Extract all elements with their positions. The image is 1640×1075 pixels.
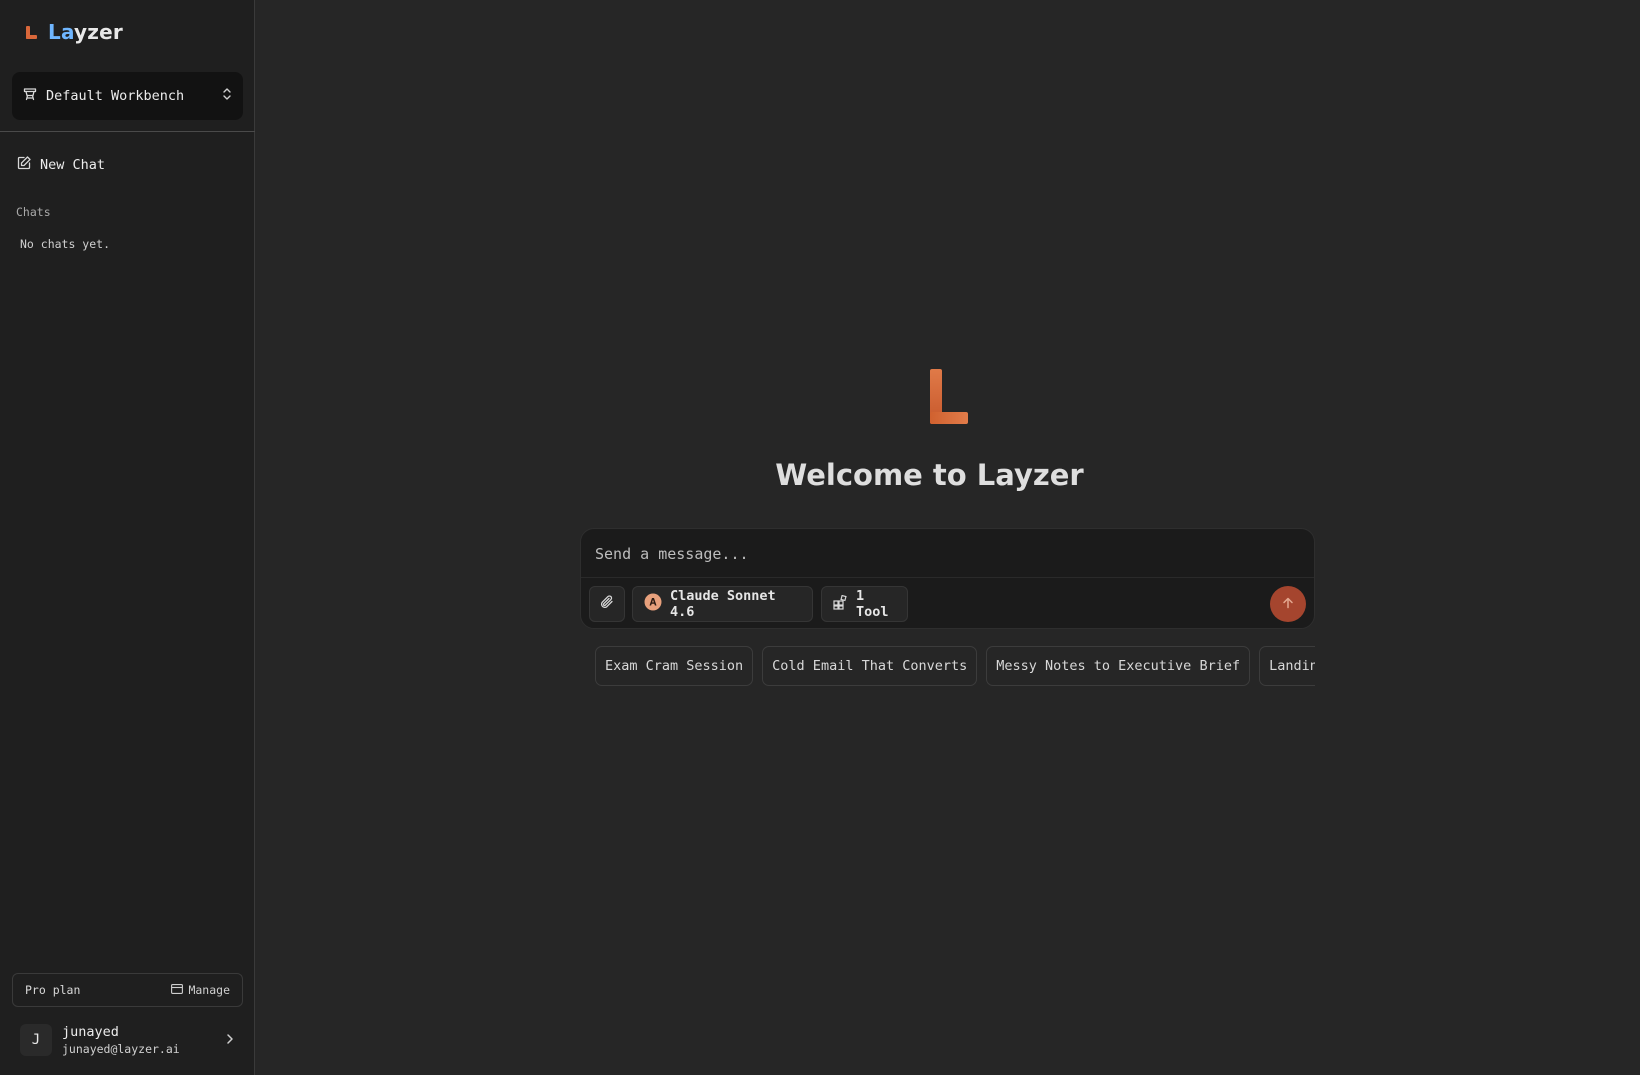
paperclip-icon (599, 594, 615, 614)
credit-card-icon (171, 983, 184, 997)
message-input[interactable] (595, 539, 1295, 569)
brand-name: Layzer (48, 20, 123, 44)
workbench-label: Default Workbench (46, 88, 185, 104)
suggestion-chip[interactable]: Messy Notes to Executive Brief (986, 646, 1251, 686)
suggestion-chip[interactable]: Landing Page Copy (1259, 646, 1315, 686)
tools-label: 1 Tool (856, 588, 889, 620)
sidebar-divider (0, 131, 255, 132)
suggestion-chip[interactable]: Exam Cram Session (595, 646, 754, 686)
brand-name-highlight: La (48, 20, 75, 44)
tools-button[interactable]: 1 Tool (821, 586, 908, 622)
welcome-title: Welcome to Layzer (775, 458, 1084, 492)
composer-divider (581, 577, 1314, 578)
tools-grid-icon (833, 594, 848, 614)
message-composer: Claude Sonnet 4.6 1 Tool (580, 528, 1315, 629)
brand-name-rest: yzer (74, 20, 123, 44)
layzer-hero-logo-icon (928, 367, 970, 425)
model-selector[interactable]: Claude Sonnet 4.6 (632, 586, 813, 622)
user-name: junayed (62, 1024, 119, 1040)
user-email: junayed@layzer.ai (62, 1042, 180, 1056)
plan-label: Pro plan (25, 983, 81, 997)
anthropic-icon (644, 593, 662, 615)
attach-button[interactable] (589, 586, 625, 622)
main-area: Welcome to Layzer Claude Sonne (255, 0, 1640, 1075)
suggestion-chip[interactable]: Cold Email That Converts (762, 646, 978, 686)
suggestion-list: Exam Cram Session Cold Email That Conver… (595, 646, 1315, 686)
plan-box: Pro plan Manage (12, 973, 243, 1007)
layzer-logo-icon (24, 24, 38, 40)
model-label: Claude Sonnet 4.6 (670, 588, 776, 620)
edit-icon (16, 155, 32, 175)
empty-chats-text: No chats yet. (20, 237, 111, 251)
chats-heading: Chats (16, 205, 51, 219)
chevron-updown-icon (221, 86, 233, 106)
user-info: junayed junayed@layzer.ai (62, 1024, 215, 1056)
sidebar: Layzer Default Workbench New Chat Chats … (0, 0, 255, 1075)
brand[interactable]: Layzer (24, 20, 123, 44)
manage-button[interactable]: Manage (171, 983, 230, 997)
workbench-selector[interactable]: Default Workbench (12, 72, 243, 120)
manage-label: Manage (188, 983, 230, 997)
app-root: Layzer Default Workbench New Chat Chats … (0, 0, 1640, 1075)
chevron-right-icon (225, 1031, 235, 1050)
new-chat-label: New Chat (40, 157, 106, 173)
arrow-up-icon (1281, 595, 1295, 614)
workbench-icon (22, 86, 38, 106)
send-button[interactable] (1270, 586, 1306, 622)
user-menu[interactable]: J junayed junayed@layzer.ai (12, 1018, 243, 1062)
new-chat-button[interactable]: New Chat (16, 155, 105, 175)
avatar: J (20, 1024, 52, 1056)
